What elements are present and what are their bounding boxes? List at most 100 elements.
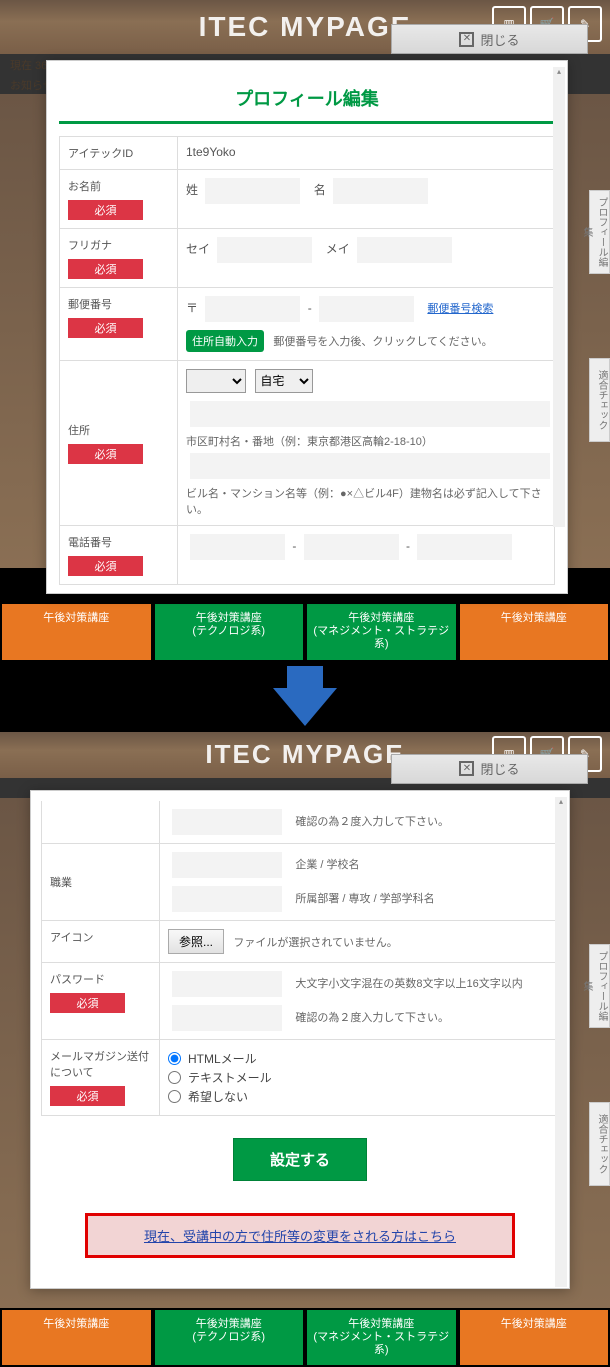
course-b[interactable]: 午後対策講座(テクノロジ系) xyxy=(155,1310,304,1366)
side-tab-profile[interactable]: プロフィール編集 xyxy=(589,190,610,274)
sei-input[interactable] xyxy=(217,237,312,263)
browse-button[interactable]: 参照... xyxy=(168,929,224,954)
close-icon: ✕ xyxy=(459,32,474,47)
zip-sep: - xyxy=(308,301,312,315)
mei-input[interactable] xyxy=(357,237,452,263)
dept-label: 所属部署 / 専攻 / 学部学科名 xyxy=(295,893,434,905)
row-tel: 電話番号 必須 - - xyxy=(60,526,555,585)
brand-title-2: ITEC MYPAGE xyxy=(205,739,404,770)
firstname-input[interactable] xyxy=(333,178,428,204)
tel3-input[interactable] xyxy=(417,534,512,560)
row-address: 住所 必須 自宅 市区町村名・番地（例：東京都港区高輪2-18-10） ビル名・… xyxy=(60,361,555,526)
row-mailmag: メールマガジン送付について 必須 HTMLメール テキストメール 希望しない xyxy=(42,1039,559,1115)
auto-address-note: 郵便番号を入力後、クリックしてください。 xyxy=(273,336,492,348)
course-b[interactable]: 午後対策講座(テクノロジ系) xyxy=(155,604,304,660)
addr-line1-input[interactable] xyxy=(190,401,550,427)
auto-address-button[interactable]: 住所自動入力 xyxy=(186,330,264,352)
label-tel: 電話番号 xyxy=(68,537,112,549)
title-underline xyxy=(59,121,555,124)
course-row-top: 午後対策講座 午後対策講座(テクノロジ系) 午後対策講座(マネジメント・ストラテ… xyxy=(0,602,610,662)
row-confirm-prev: 確認の為２度入力して下さい。 xyxy=(42,801,559,844)
zip2-input[interactable] xyxy=(319,296,414,322)
side-tab-profile-2[interactable]: プロフィール編集 xyxy=(589,944,610,1028)
row-password: パスワード 必須 大文字小文字混在の英数8文字以上16文字以内 確認の為２度入力… xyxy=(42,962,559,1039)
course-c[interactable]: 午後対策講座(マネジメント・ストラテジ系) xyxy=(307,604,456,660)
zip-search-link[interactable]: 郵便番号検索 xyxy=(427,303,493,315)
home-select[interactable]: 自宅 xyxy=(255,369,313,393)
profile-edit-modal-2: 確認の為２度入力して下さい。 職業 企業 / 学校名 所属 xyxy=(30,790,570,1289)
close-button[interactable]: ✕ 閉じる xyxy=(391,24,588,54)
course-a[interactable]: 午後対策講座 xyxy=(2,1310,151,1366)
tel1-input[interactable] xyxy=(190,534,285,560)
scrollbar[interactable] xyxy=(553,67,565,527)
corp-label: 企業 / 学校名 xyxy=(295,859,359,871)
label-firstname: 名 xyxy=(314,183,326,197)
addr-line2-input[interactable] xyxy=(190,453,550,479)
tel2-input[interactable] xyxy=(304,534,399,560)
course-row-bottom: 午後対策講座 午後対策講座(テクノロジ系) 午後対策講座(マネジメント・ストラテ… xyxy=(0,1308,610,1367)
required-badge: 必須 xyxy=(50,993,125,1013)
prev-confirm-note: 確認の為２度入力して下さい。 xyxy=(295,816,449,828)
course-d[interactable]: 午後対策講座 xyxy=(460,604,609,660)
row-icon: アイコン 参照... ファイルが選択されていません。 xyxy=(42,920,559,962)
label-job: 職業 xyxy=(42,843,160,920)
scrollbar-2[interactable] xyxy=(555,797,567,1287)
label-icon: アイコン xyxy=(42,920,160,962)
close-label: 閉じる xyxy=(480,759,519,778)
modal-title: プロフィール編集 xyxy=(59,81,555,121)
zip1-input[interactable] xyxy=(205,296,300,322)
row-kana: フリガナ 必須 セイ メイ xyxy=(60,229,555,288)
label-itec-id: アイテックID xyxy=(60,137,178,170)
label-mei: メイ xyxy=(326,242,350,256)
no-file-label: ファイルが選択されていません。 xyxy=(233,937,397,949)
radio-none[interactable] xyxy=(168,1090,181,1103)
password-rule: 大文字小文字混在の英数8文字以上16文字以内 xyxy=(295,978,522,990)
transition-arrow xyxy=(0,662,610,732)
submit-button[interactable]: 設定する xyxy=(233,1138,367,1181)
lastname-input[interactable] xyxy=(205,178,300,204)
row-job: 職業 企業 / 学校名 所属部署 / 専攻 / 学部学科名 xyxy=(42,843,559,920)
profile-edit-modal: プロフィール編集 アイテックID 1te9Yoko お名前 必須 姓 xyxy=(46,60,568,594)
close-button-2[interactable]: ✕ 閉じる xyxy=(391,754,588,784)
zip-prefix: 〒 xyxy=(186,301,198,315)
row-name: お名前 必須 姓 名 xyxy=(60,170,555,229)
side-tab-check-2[interactable]: 適合チェック xyxy=(589,1102,610,1186)
addr-line2-note: 市区町村名・番地（例：東京都港区高輪2-18-10） xyxy=(186,433,546,449)
addr-line3-note: ビル名・マンション名等（例：●×△ビル4F）建物名は必ず記入して下さい。 xyxy=(186,485,546,517)
brand-title: ITEC MYPAGE xyxy=(199,11,412,43)
corp-input[interactable] xyxy=(172,852,282,878)
row-zip: 郵便番号 必須 〒 - 郵便番号検索 xyxy=(60,288,555,361)
profile-form-table: アイテックID 1te9Yoko お名前 必須 姓 名 xyxy=(59,136,555,585)
side-tab-check[interactable]: 適合チェック xyxy=(589,358,610,442)
label-sei: セイ xyxy=(186,242,210,256)
label-zip: 郵便番号 xyxy=(68,299,112,311)
profile-form-table-2: 確認の為２度入力して下さい。 職業 企業 / 学校名 所属 xyxy=(41,801,559,1116)
label-mailmag: メールマガジン送付について xyxy=(50,1051,149,1079)
radio-html[interactable] xyxy=(168,1052,181,1065)
course-d[interactable]: 午後対策講座 xyxy=(460,1310,609,1366)
dept-input[interactable] xyxy=(172,886,282,912)
tel-sep2: - xyxy=(406,539,410,553)
course-a[interactable]: 午後対策講座 xyxy=(2,604,151,660)
label-name: お名前 xyxy=(68,181,101,193)
label-address: 住所 xyxy=(68,425,90,437)
pref-select[interactable] xyxy=(186,369,246,393)
radio-text[interactable] xyxy=(168,1071,181,1084)
address-change-notice: 現在、受講中の方で住所等の変更をされる方はこちら xyxy=(85,1213,515,1258)
label-lastname: 姓 xyxy=(186,183,198,197)
address-change-link[interactable]: 現在、受講中の方で住所等の変更をされる方はこちら xyxy=(144,1229,456,1244)
password-confirm-input[interactable] xyxy=(172,1005,282,1031)
label-password: パスワード xyxy=(50,974,105,986)
password-input[interactable] xyxy=(172,971,282,997)
required-badge: 必須 xyxy=(68,259,143,279)
row-itec-id: アイテックID 1te9Yoko xyxy=(60,137,555,170)
prev-confirm-input[interactable] xyxy=(172,809,282,835)
value-itec-id: 1te9Yoko xyxy=(178,137,555,170)
close-label: 閉じる xyxy=(480,30,519,49)
close-icon: ✕ xyxy=(459,761,474,776)
course-c[interactable]: 午後対策講座(マネジメント・ストラテジ系) xyxy=(307,1310,456,1366)
password-confirm-note: 確認の為２度入力して下さい。 xyxy=(295,1012,449,1024)
required-badge: 必須 xyxy=(68,444,143,464)
label-kana: フリガナ xyxy=(68,240,112,252)
required-badge: 必須 xyxy=(68,200,143,220)
